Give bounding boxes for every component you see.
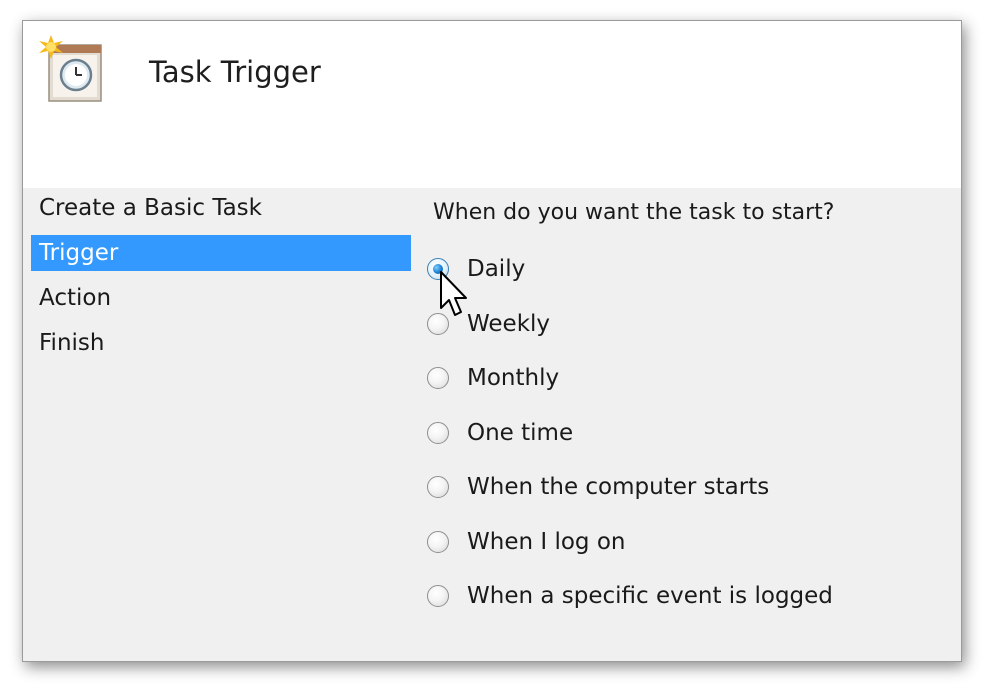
radio-label-event-logged: When a specific event is logged: [467, 583, 833, 609]
wizard-steps-panel: Create a Basic Task Trigger Action Finis…: [23, 188, 413, 661]
radio-label-log-on: When I log on: [467, 529, 626, 555]
task-scheduler-clock-icon: [37, 35, 109, 107]
dialog-title: Task Trigger: [149, 55, 321, 89]
trigger-question: When do you want the task to start?: [433, 200, 835, 225]
dialog-header: Task Trigger: [23, 21, 961, 188]
radio-option-event-logged[interactable]: When a specific event is logged: [427, 578, 833, 614]
radio-option-computer-starts[interactable]: When the computer starts: [427, 469, 769, 505]
step-create-basic-task[interactable]: Create a Basic Task: [31, 190, 411, 226]
radio-label-monthly: Monthly: [467, 365, 560, 391]
radio-option-monthly[interactable]: Monthly: [427, 360, 559, 396]
step-finish[interactable]: Finish: [31, 325, 411, 361]
radio-option-one-time[interactable]: One time: [427, 415, 573, 451]
radio-button-event-logged[interactable]: [427, 585, 449, 607]
radio-label-daily: Daily: [467, 256, 526, 282]
step-action[interactable]: Action: [31, 280, 411, 316]
radio-option-weekly[interactable]: Weekly: [427, 306, 550, 342]
step-trigger[interactable]: Trigger: [31, 235, 411, 271]
radio-label-computer-starts: When the computer starts: [467, 474, 770, 500]
radio-label-one-time: One time: [467, 420, 574, 446]
radio-button-log-on[interactable]: [427, 531, 449, 553]
radio-option-log-on[interactable]: When I log on: [427, 524, 625, 560]
radio-label-weekly: Weekly: [467, 311, 551, 337]
create-basic-task-dialog: Task Trigger Create a Basic Task Trigger…: [22, 20, 962, 662]
radio-button-monthly[interactable]: [427, 367, 449, 389]
radio-option-daily[interactable]: Daily: [427, 251, 525, 287]
trigger-content-panel: When do you want the task to start? Dail…: [413, 188, 961, 661]
radio-button-weekly[interactable]: [427, 313, 449, 335]
radio-button-computer-starts[interactable]: [427, 476, 449, 498]
radio-button-daily[interactable]: [427, 258, 449, 280]
radio-button-one-time[interactable]: [427, 422, 449, 444]
